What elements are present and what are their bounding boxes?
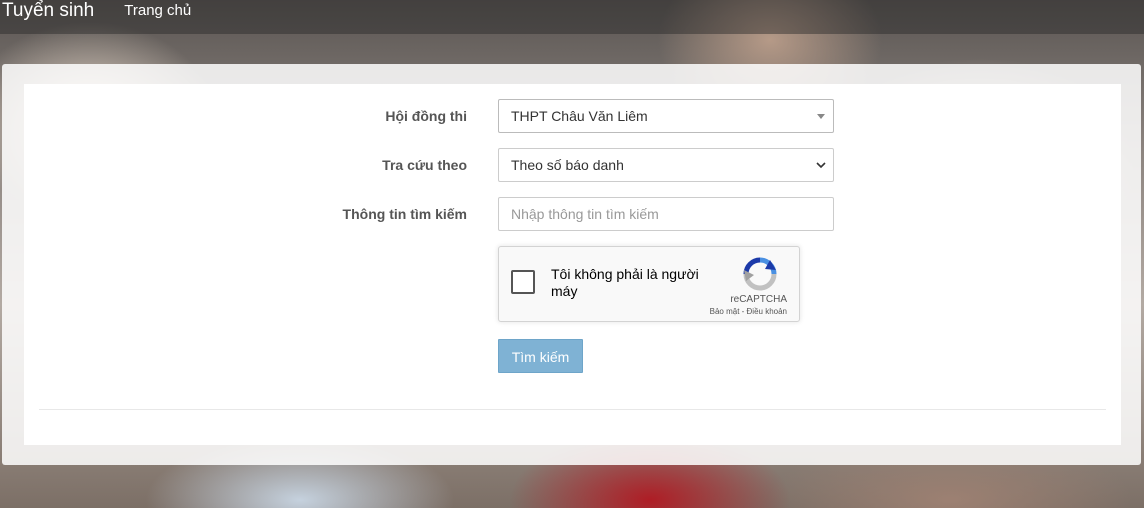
- nav-link-home[interactable]: Trang chủ: [124, 2, 191, 20]
- lookup-by-value: Theo số báo danh: [511, 157, 624, 173]
- top-navbar: Tuyển sinh Trang chủ: [0, 0, 1144, 34]
- exam-council-select[interactable]: THPT Châu Văn Liêm: [498, 99, 834, 133]
- chevron-down-icon: [816, 162, 826, 169]
- navbar-brand[interactable]: Tuyển sinh: [2, 1, 94, 21]
- lookup-by-select[interactable]: Theo số báo danh: [498, 148, 834, 182]
- search-button[interactable]: Tìm kiếm: [498, 339, 583, 373]
- recaptcha-logo-icon: [743, 257, 777, 291]
- outer-panel: Hội đồng thi THPT Châu Văn Liêm Tra cứu …: [2, 64, 1141, 465]
- recaptcha-links[interactable]: Bảo mật - Điều khoản: [710, 307, 787, 316]
- search-info-input[interactable]: Nhập thông tin tìm kiếm: [498, 197, 834, 231]
- recaptcha-label: Tôi không phải là người máy: [551, 266, 699, 299]
- lookup-by-row: Tra cứu theo Theo số báo danh: [24, 148, 1121, 182]
- search-form-panel: Hội đồng thi THPT Châu Văn Liêm Tra cứu …: [24, 84, 1121, 445]
- caret-down-icon: [817, 114, 825, 119]
- lookup-by-label: Tra cứu theo: [382, 157, 467, 173]
- recaptcha-brand: reCAPTCHA: [730, 294, 787, 305]
- exam-council-value: THPT Châu Văn Liêm: [511, 108, 648, 124]
- recaptcha-widget: Tôi không phải là người máy reCAPTCHA Bả…: [498, 246, 800, 322]
- search-info-label: Thông tin tìm kiếm: [342, 206, 467, 222]
- divider: [39, 409, 1106, 410]
- search-info-placeholder: Nhập thông tin tìm kiếm: [511, 206, 659, 222]
- exam-council-label: Hội đồng thi: [385, 108, 467, 124]
- search-info-row: Thông tin tìm kiếm Nhập thông tin tìm ki…: [24, 197, 1121, 231]
- exam-council-row: Hội đồng thi THPT Châu Văn Liêm: [24, 99, 1121, 133]
- recaptcha-checkbox[interactable]: [511, 270, 535, 294]
